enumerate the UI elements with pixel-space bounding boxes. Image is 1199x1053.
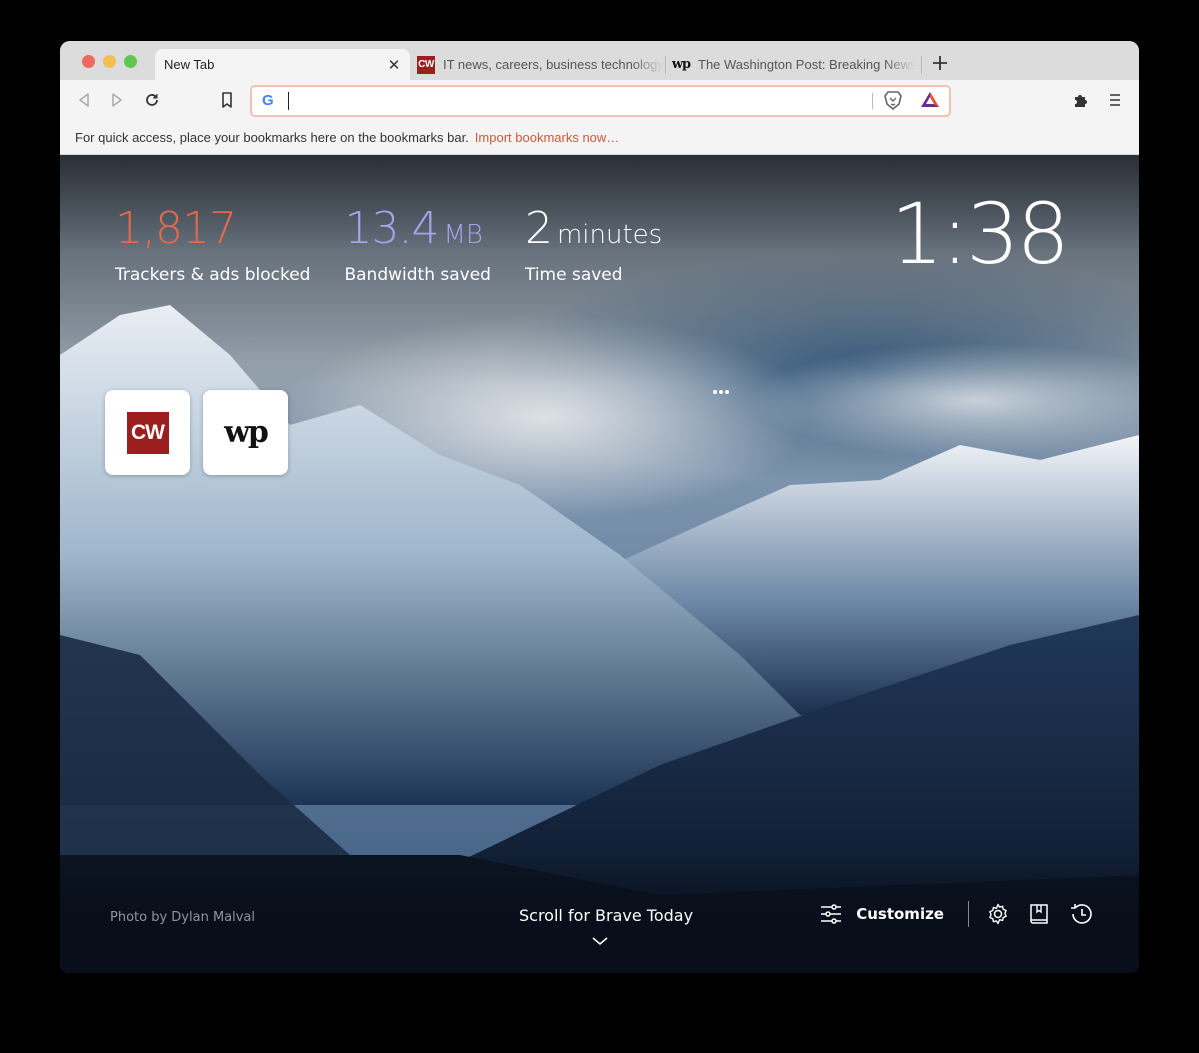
stat-bandwidth-saved: 13.4 MB Bandwidth saved — [344, 207, 491, 286]
bookmarks-icon — [1030, 904, 1048, 924]
browser-window: New Tab ✕ CW IT news, careers, business … — [60, 41, 1139, 973]
bandwidth-label: Bandwidth saved — [344, 265, 491, 285]
bookmarks-bar-message: For quick access, place your bookmarks h… — [75, 129, 469, 145]
tab-computerworld[interactable]: CW IT news, careers, business technology — [417, 49, 667, 80]
stat-trackers-blocked: 1,817 Trackers & ads blocked — [115, 207, 311, 286]
close-icon[interactable]: ✕ — [384, 56, 404, 74]
extensions-button[interactable] — [1070, 89, 1092, 111]
washington-post-favicon: wp — [672, 57, 691, 72]
customize-button[interactable]: Customize — [820, 904, 944, 924]
divider — [968, 901, 969, 927]
main-menu-button[interactable] — [1104, 89, 1126, 111]
trackers-label: Trackers & ads blocked — [115, 265, 311, 285]
clock: 1:38 — [890, 185, 1070, 283]
sliders-icon — [821, 904, 842, 924]
import-bookmarks-link[interactable]: Import bookmarks now… — [475, 130, 620, 145]
bookmark-page-button[interactable] — [216, 89, 238, 111]
brave-shields-button[interactable] — [884, 90, 902, 115]
trackers-count: 1,817 — [115, 203, 237, 254]
reload-icon — [146, 94, 158, 106]
history-button[interactable] — [1069, 903, 1093, 925]
computerworld-favicon: CW — [417, 55, 435, 74]
bookmark-icon — [222, 92, 232, 108]
zoom-window-button[interactable] — [124, 55, 137, 68]
settings-icon — [989, 903, 1007, 925]
bandwidth-value: 13.4 — [344, 203, 439, 254]
time-unit: minutes — [556, 220, 663, 250]
address-bar[interactable]: G — [250, 85, 951, 117]
close-window-button[interactable] — [82, 55, 95, 68]
forward-icon — [112, 93, 122, 107]
computerworld-logo: CW — [126, 411, 169, 454]
bandwidth-unit: MB — [443, 220, 483, 250]
stat-time-saved: 2 minutes Time saved — [524, 207, 663, 286]
plus-icon — [933, 56, 947, 70]
time-value: 2 — [524, 203, 553, 254]
stats-widget[interactable]: 1,817 Trackers & ads blocked 13.4 MB Band… — [115, 207, 696, 286]
forward-button[interactable] — [106, 89, 128, 111]
minimize-window-button[interactable] — [103, 55, 116, 68]
puzzle-icon — [1075, 95, 1087, 107]
top-site-washington-post[interactable]: wp — [203, 390, 288, 475]
reload-button[interactable] — [141, 89, 163, 111]
back-icon — [79, 93, 89, 107]
omnibox-divider — [872, 93, 873, 109]
back-button[interactable] — [73, 89, 95, 111]
tab-title: IT news, careers, business technology — [443, 57, 664, 72]
tab-separator — [665, 56, 666, 74]
toolbar: G — [60, 80, 1139, 120]
ellipsis-icon[interactable] — [713, 390, 729, 394]
new-tab-page: 1,817 Trackers & ads blocked 13.4 MB Band… — [60, 155, 1139, 973]
tab-new-tab[interactable]: New Tab ✕ — [155, 49, 410, 80]
bat-triangle-icon — [921, 92, 939, 107]
settings-button[interactable] — [987, 903, 1009, 925]
photo-credit[interactable]: Photo by Dylan Malval — [110, 910, 255, 925]
address-input[interactable] — [282, 90, 846, 114]
history-icon — [1071, 904, 1092, 924]
scroll-brave-today[interactable]: Scroll for Brave Today — [519, 906, 693, 925]
top-site-computerworld[interactable]: CW — [105, 390, 190, 475]
tab-title: The Washington Post: Breaking News — [698, 57, 917, 72]
google-search-icon: G — [262, 92, 274, 109]
brave-lion-icon — [884, 91, 902, 110]
tab-separator — [921, 56, 922, 74]
new-tab-button[interactable] — [932, 53, 948, 75]
chevron-down-icon[interactable] — [592, 933, 608, 951]
tab-title: New Tab — [164, 57, 215, 72]
washington-post-logo: wp — [224, 415, 269, 450]
ntp-bottom-controls: Customize — [820, 901, 1093, 927]
brave-rewards-button[interactable] — [920, 91, 940, 113]
tab-washington-post[interactable]: wp The Washington Post: Breaking News — [672, 49, 922, 80]
tab-strip: New Tab ✕ CW IT news, careers, business … — [60, 41, 1139, 80]
time-label: Time saved — [524, 265, 623, 285]
bookmarks-bar: For quick access, place your bookmarks h… — [60, 120, 1139, 155]
bookmarks-button[interactable] — [1029, 903, 1049, 925]
hamburger-icon — [1110, 94, 1120, 106]
customize-label: Customize — [856, 905, 944, 923]
